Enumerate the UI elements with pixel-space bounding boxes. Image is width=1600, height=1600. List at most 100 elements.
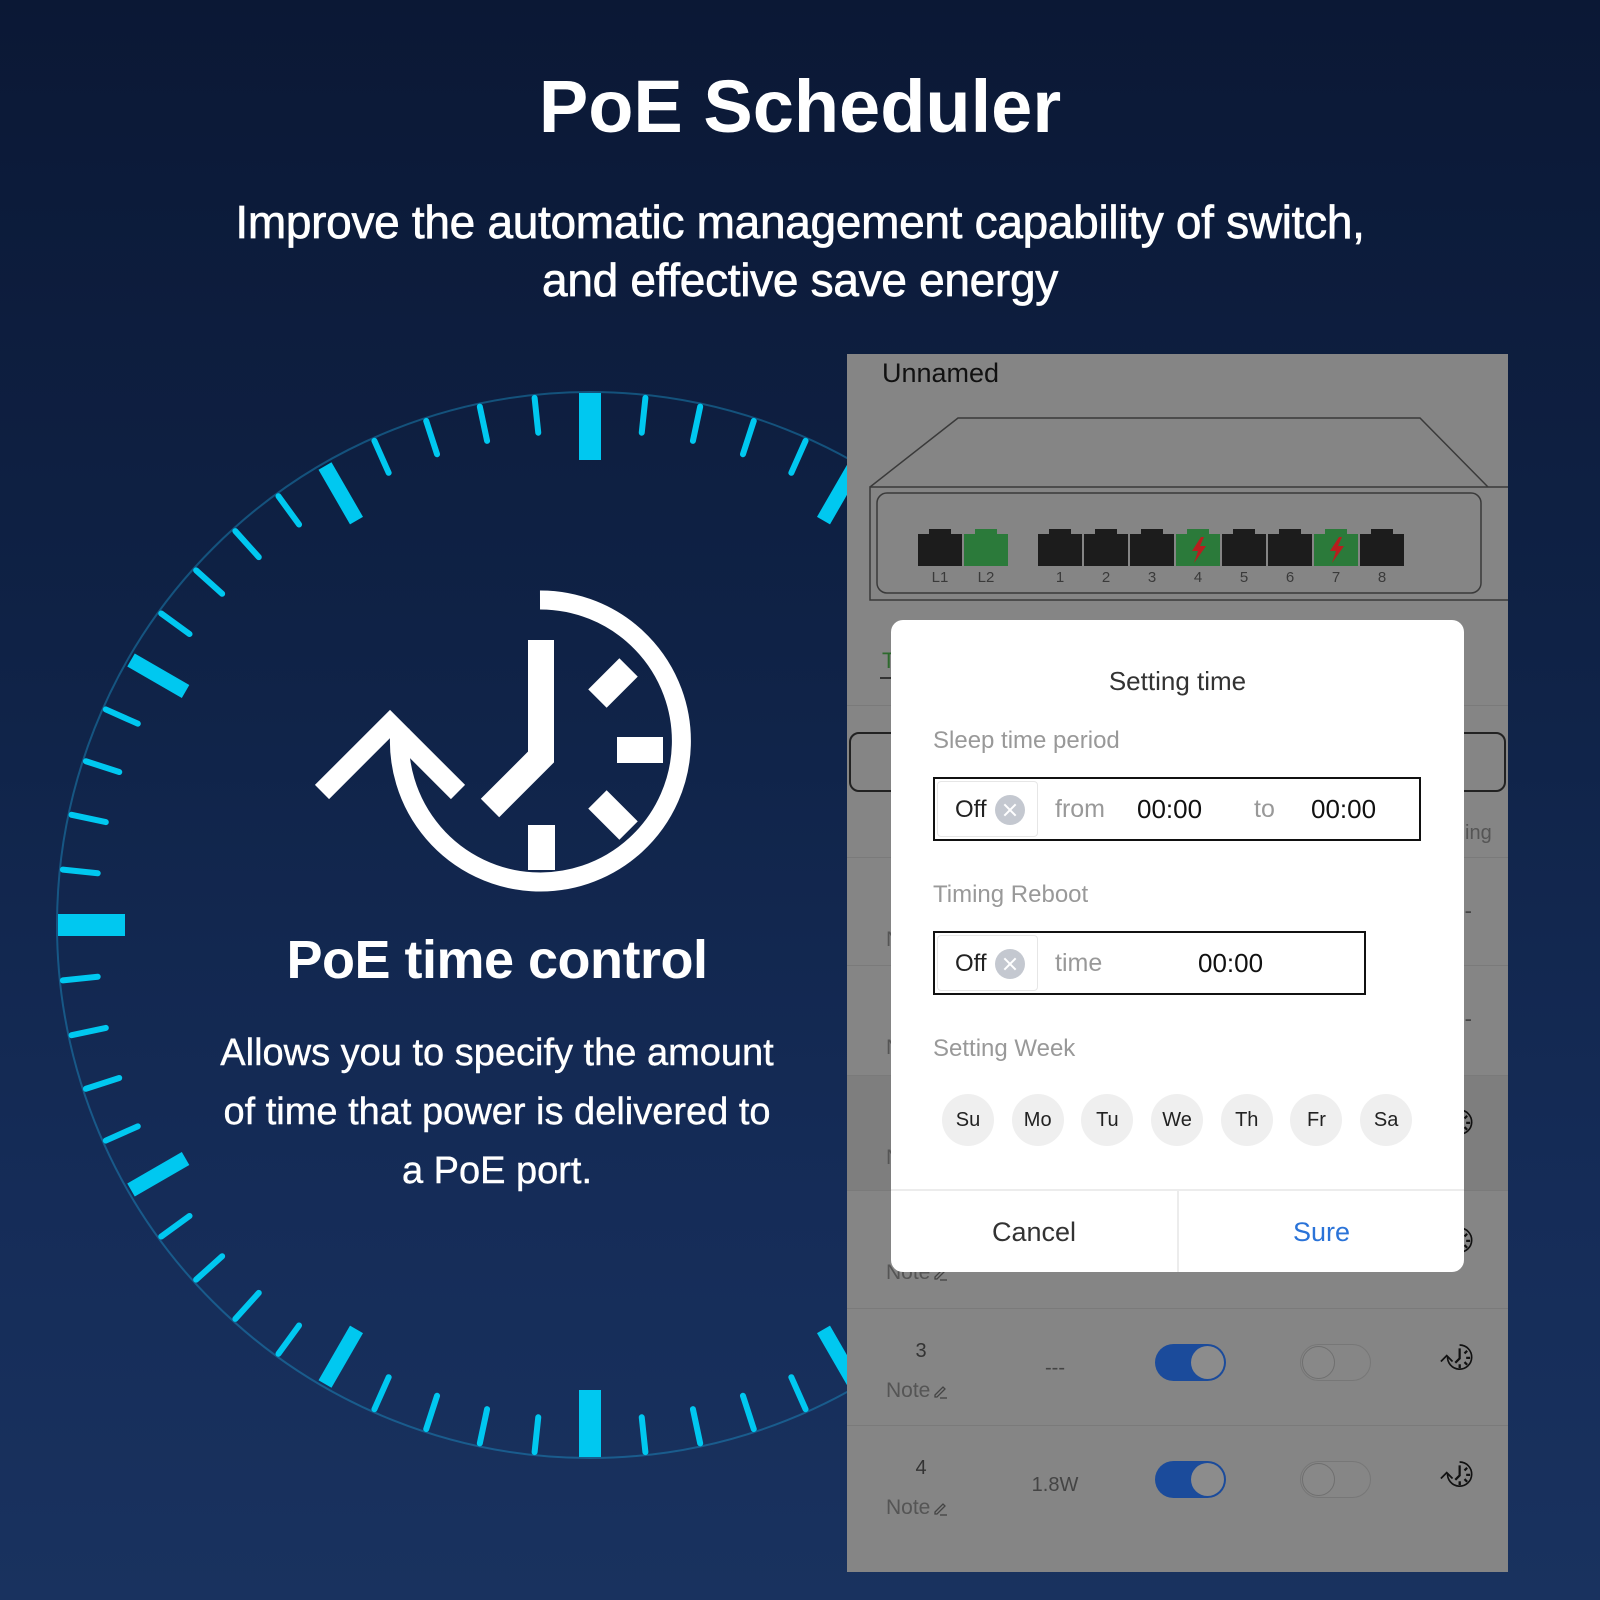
rj45-port-icon (1314, 529, 1358, 566)
schedule-button[interactable] (1439, 1459, 1475, 1494)
timing-reboot-field[interactable]: Off time 00:00 (933, 931, 1366, 995)
poe-ports: 1 2 3 4 5 6 7 8 (1038, 529, 1406, 586)
port-number: 4 (915, 1457, 927, 1479)
dial-minute-tick (232, 1289, 262, 1322)
dial-minute-tick (739, 1392, 757, 1433)
toggle-knob (1302, 1346, 1335, 1379)
rj45-port-icon (1176, 529, 1220, 566)
pencil-icon (934, 1503, 948, 1516)
dial-minute-tick (638, 394, 649, 436)
day-monday[interactable]: Mo (1011, 1094, 1064, 1146)
to-time-input[interactable]: 00:00 (1311, 795, 1376, 823)
day-saturday[interactable]: Sa (1360, 1094, 1413, 1146)
column-header-timing: ing (1465, 822, 1492, 844)
setting-time-dialog: Setting time Sleep time period Off from … (891, 620, 1464, 1272)
from-time-input[interactable]: 00:00 (1137, 795, 1202, 823)
clear-icon[interactable] (995, 795, 1025, 825)
sleep-switch-chip[interactable]: Off (937, 781, 1038, 837)
dial-minute-tick (739, 417, 757, 458)
reboot-time-input[interactable]: 00:00 (1198, 949, 1263, 977)
dial-minute-tick (193, 567, 226, 597)
dial-minute-tick (82, 758, 123, 776)
dial-minute-tick (102, 706, 141, 727)
day-thursday[interactable]: Th (1220, 1094, 1273, 1146)
timing-reboot-label: Timing Reboot (933, 881, 1089, 908)
port-label: 2 (1101, 569, 1111, 586)
sure-button[interactable]: Sure (1179, 1191, 1464, 1272)
page-subtitle: Improve the automatic management capabil… (0, 193, 1600, 309)
day-tuesday[interactable]: Tu (1081, 1094, 1134, 1146)
dial-minute-tick (531, 394, 542, 436)
port-label: 1 (1055, 569, 1065, 586)
description-line: Allows you to specify the amount (220, 1032, 774, 1074)
port-label: L1 (931, 569, 949, 586)
schedule-button[interactable] (1439, 1342, 1475, 1377)
port-label: 8 (1377, 569, 1387, 586)
dial-minute-tick (275, 493, 303, 528)
dial-minute-tick (371, 437, 392, 476)
description-line: of time that power is delivered to (223, 1091, 771, 1133)
dial-minute-tick (158, 1212, 193, 1240)
dialog-footer: Cancel Sure (891, 1189, 1464, 1272)
port-1[interactable]: 1 (1038, 529, 1082, 586)
sleep-period-field[interactable]: Off from 00:00 to 00:00 (933, 777, 1421, 841)
day-wednesday[interactable]: We (1151, 1094, 1204, 1146)
dial-minute-tick (476, 403, 491, 444)
sleep-period-label: Sleep time period (933, 727, 1120, 754)
clear-icon[interactable] (995, 949, 1025, 979)
dial-minute-tick (689, 403, 704, 444)
day-friday[interactable]: Fr (1290, 1094, 1343, 1146)
rj45-port-icon (1222, 529, 1266, 566)
secondary-toggle[interactable] (1300, 1344, 1371, 1381)
pencil-icon (934, 1386, 948, 1399)
port-2[interactable]: 2 (1084, 529, 1128, 586)
rj45-port-icon (964, 529, 1008, 566)
port-4[interactable]: 4 (1176, 529, 1220, 586)
dial-minute-tick (193, 1253, 226, 1283)
port-7[interactable]: 7 (1314, 529, 1358, 586)
poe-toggle[interactable] (1155, 1344, 1226, 1381)
toggle-knob (1302, 1463, 1335, 1496)
dial-minute-tick (788, 1374, 809, 1413)
port-5[interactable]: 5 (1222, 529, 1266, 586)
uplink-ports: L1 L2 (918, 529, 1010, 586)
dial-minute-tick (531, 1414, 542, 1456)
to-label: to (1254, 795, 1275, 823)
rj45-port-icon (1268, 529, 1312, 566)
port-label: 7 (1331, 569, 1341, 586)
clock-refresh-icon (1439, 1460, 1473, 1488)
port-number: 3 (915, 1340, 927, 1362)
page-title: PoE Scheduler (538, 65, 1062, 148)
rj45-port-icon (1084, 529, 1128, 566)
port-8[interactable]: 8 (1360, 529, 1404, 586)
dial-minute-tick (423, 417, 441, 458)
dial-minute-tick (371, 1374, 392, 1413)
secondary-toggle[interactable] (1300, 1461, 1371, 1498)
port-label: L2 (977, 569, 995, 586)
dial-minute-tick (59, 973, 101, 984)
power-value: 1.8W (1031, 1474, 1079, 1496)
port-l2[interactable]: L2 (964, 529, 1008, 586)
port-label: 4 (1193, 569, 1203, 586)
port-label: 6 (1285, 569, 1295, 586)
port-6[interactable]: 6 (1268, 529, 1312, 586)
dial-minute-tick (59, 866, 101, 877)
note-link[interactable]: Note (886, 1496, 948, 1520)
poe-toggle[interactable] (1155, 1461, 1226, 1498)
reboot-switch-chip[interactable]: Off (937, 935, 1038, 991)
day-sunday[interactable]: Su (942, 1094, 994, 1146)
poe-bolt-icon (1192, 537, 1206, 563)
rj45-port-icon (918, 529, 962, 566)
port-l1[interactable]: L1 (918, 529, 962, 586)
dial-minute-tick (68, 811, 109, 826)
port-3[interactable]: 3 (1130, 529, 1174, 586)
time-label: time (1055, 949, 1103, 977)
dial-minute-tick (68, 1024, 109, 1039)
dial-minute-tick (275, 1322, 303, 1357)
dialog-title: Setting time (1108, 666, 1247, 696)
cancel-button[interactable]: Cancel (891, 1191, 1179, 1272)
power-value: --- (1045, 1357, 1065, 1379)
rj45-port-icon (1360, 529, 1404, 566)
note-link[interactable]: Note (886, 1379, 948, 1403)
dial-hour-tick (127, 653, 190, 698)
